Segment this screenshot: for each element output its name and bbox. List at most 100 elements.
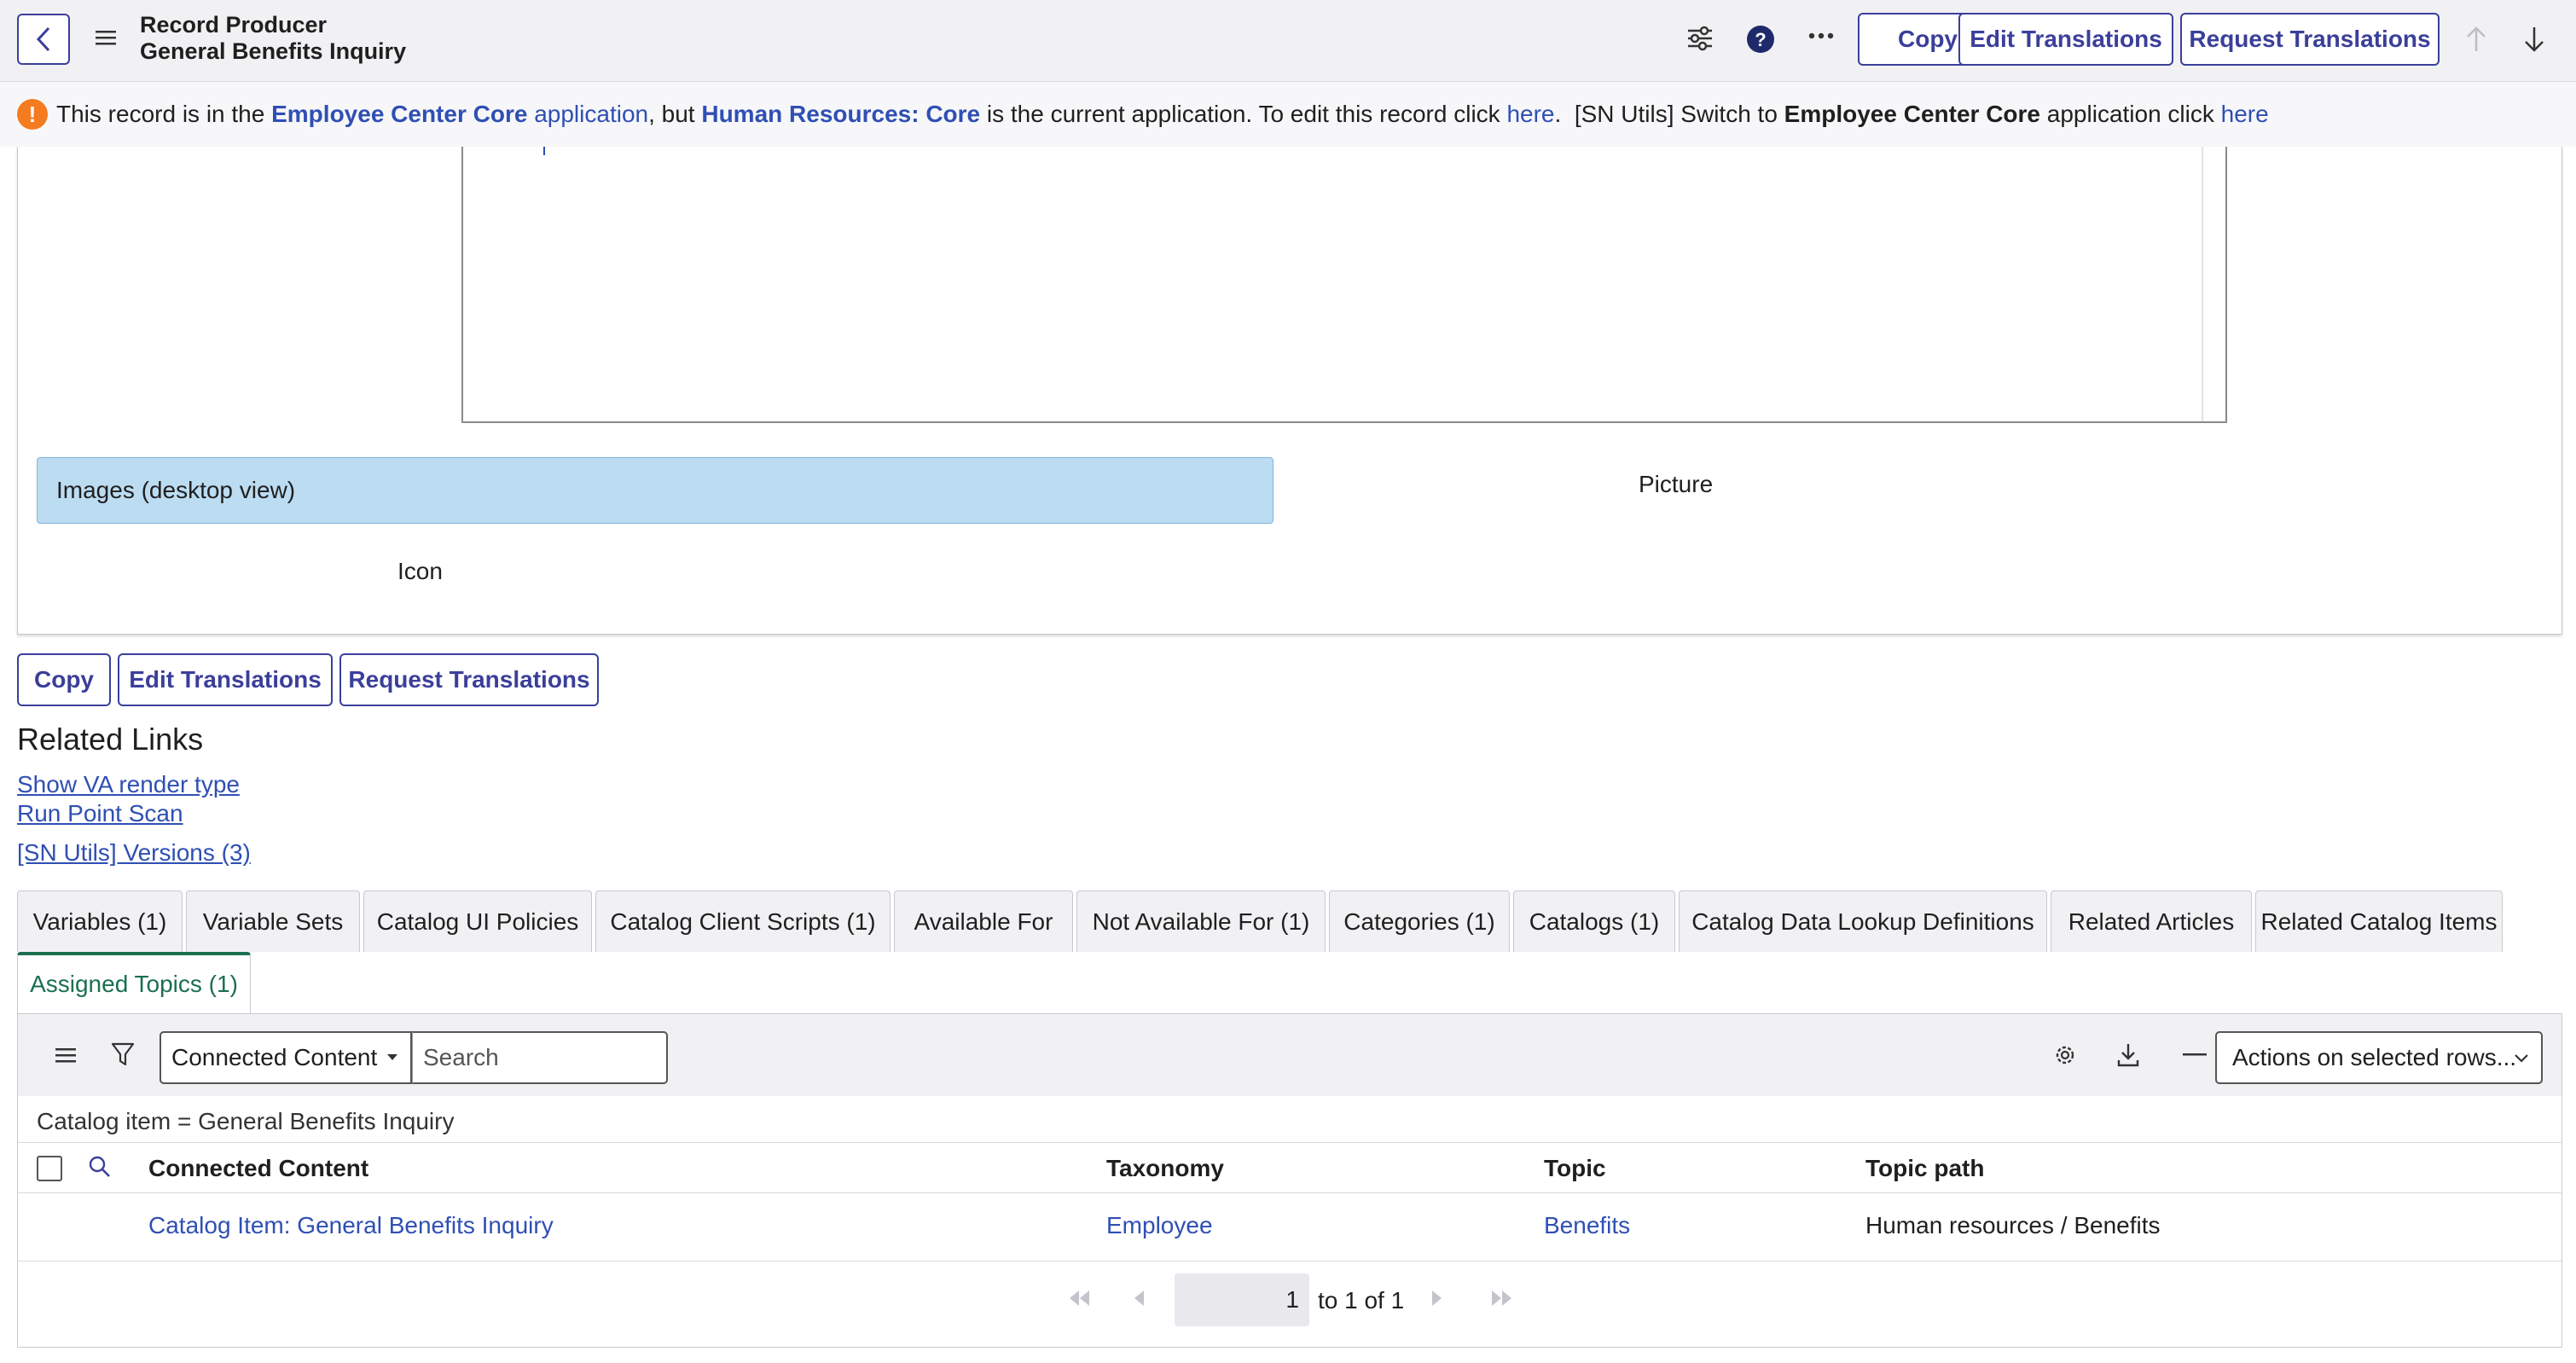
related-links-heading: Related Links [17, 722, 204, 757]
tab-catalog-data-lookup-definitions[interactable]: Catalog Data Lookup Definitions [1679, 890, 2047, 952]
search-input[interactable]: Search [412, 1031, 668, 1084]
cell-connected-content-link[interactable]: Catalog Item: General Benefits Inquiry [148, 1212, 554, 1239]
previous-record-button[interactable] [2465, 26, 2487, 53]
more-icon [1808, 32, 1834, 39]
hamburger-icon [96, 31, 116, 45]
application-notice: ! This record is in the Employee Center … [0, 82, 2576, 147]
script-editor[interactable] [461, 147, 2227, 423]
next-record-button[interactable] [2523, 26, 2545, 53]
switch-here-link[interactable]: here [2221, 101, 2269, 128]
first-page-button[interactable] [1067, 1289, 1091, 1308]
record-type: Record Producer [140, 12, 328, 38]
double-chevron-right-icon [1492, 1290, 1511, 1306]
request-translations-button[interactable]: Request Translations [2180, 13, 2440, 66]
caret-down-icon [387, 1054, 398, 1060]
collapse-list-button[interactable] [2183, 1053, 2207, 1057]
back-button[interactable] [17, 14, 70, 65]
warning-icon: ! [17, 99, 48, 130]
app-link-employee-center[interactable]: Employee Center Core application [271, 101, 648, 128]
show-va-render-type-link[interactable]: Show VA render type [17, 771, 240, 798]
download-icon [2117, 1044, 2139, 1067]
page-number-input[interactable]: 1 [1175, 1273, 1309, 1326]
app-link-hr-core[interactable]: Human Resources: Core [701, 101, 980, 128]
column-header-topic[interactable]: Topic [1544, 1155, 1606, 1182]
search-field-select[interactable]: Connected Content [160, 1031, 412, 1084]
help-button[interactable]: ? [1745, 24, 1776, 55]
menu-button[interactable] [96, 29, 116, 46]
tab-variables[interactable]: Variables (1) [17, 890, 183, 952]
tab-categories[interactable]: Categories (1) [1329, 890, 1510, 952]
editor-cursor [543, 147, 545, 155]
last-page-button[interactable] [1490, 1289, 1514, 1308]
notice-text-3: is the current application. To edit this… [980, 101, 1507, 127]
request-translations-button-bottom[interactable]: Request Translations [339, 653, 599, 706]
chevron-down-icon [2515, 1054, 2528, 1063]
table-row: Catalog Item: General Benefits Inquiry E… [18, 1193, 2561, 1262]
pagination-range: to 1 of 1 [1318, 1287, 1405, 1314]
record-title: Record Producer General Benefits Inquiry [140, 12, 406, 65]
actions-on-selected-rows-select[interactable]: Actions on selected rows... [2215, 1031, 2543, 1084]
copy-button-bottom[interactable]: Copy [17, 653, 111, 706]
actions-select-value: Actions on selected rows... [2232, 1044, 2517, 1070]
list-settings-button[interactable] [2051, 1041, 2079, 1069]
chevron-left-icon [1134, 1290, 1144, 1306]
app-suffix: application [527, 101, 649, 127]
filter-breadcrumb[interactable]: Catalog item = General Benefits Inquiry [37, 1108, 454, 1135]
svg-text:?: ? [1755, 29, 1766, 50]
cell-taxonomy-link[interactable]: Employee [1106, 1212, 1213, 1239]
column-header-connected-content[interactable]: Connected Content [148, 1155, 368, 1182]
list-toolbar: Connected Content Search Actions on sele… [18, 1014, 2561, 1096]
chevron-left-icon [36, 26, 50, 52]
list-header-row: Connected Content Taxonomy Topic Topic p… [18, 1142, 2561, 1193]
run-point-scan-link[interactable]: Run Point Scan [17, 800, 183, 827]
form-card: Images (desktop view) Picture Icon [17, 147, 2562, 635]
tab-related-catalog-items[interactable]: Related Catalog Items [2255, 890, 2503, 952]
column-header-taxonomy[interactable]: Taxonomy [1106, 1155, 1224, 1182]
more-options-button[interactable] [1808, 31, 1834, 41]
column-header-topic-path[interactable]: Topic path [1865, 1155, 1984, 1182]
tab-catalogs[interactable]: Catalogs (1) [1513, 890, 1675, 952]
double-chevron-left-icon [1070, 1290, 1089, 1306]
cell-topic-link[interactable]: Benefits [1544, 1212, 1630, 1239]
arrow-down-icon [2525, 27, 2544, 52]
sliders-icon [1688, 26, 1712, 51]
sn-utils-versions-link[interactable]: [SN Utils] Versions (3) [17, 839, 251, 867]
hamburger-icon [55, 1048, 76, 1063]
list-menu-button[interactable] [55, 1047, 76, 1064]
assigned-topics-list: Connected Content Search Actions on sele… [17, 1013, 2562, 1348]
export-button[interactable] [2116, 1041, 2140, 1069]
personalize-form-button[interactable] [1685, 24, 1714, 53]
tab-related-articles[interactable]: Related Articles [2051, 890, 2252, 952]
form-header: Record Producer General Benefits Inquiry… [0, 0, 2576, 82]
arrow-up-icon [2467, 26, 2486, 51]
next-page-button[interactable] [1430, 1289, 1444, 1308]
notice-text-2: , but [648, 101, 702, 127]
notice-text-1: This record is in the [56, 101, 272, 127]
picture-field-label: Picture [1639, 471, 1714, 497]
column-search-button[interactable] [88, 1155, 112, 1179]
filter-button[interactable] [110, 1041, 136, 1067]
section-images-desktop[interactable]: Images (desktop view) [37, 457, 1273, 524]
tab-catalog-ui-policies[interactable]: Catalog UI Policies [363, 890, 592, 952]
tab-variable-sets[interactable]: Variable Sets [186, 890, 360, 952]
minus-icon [2183, 1053, 2207, 1056]
tab-not-available-for[interactable]: Not Available For (1) [1076, 890, 1326, 952]
notice-text-4: . [SN Utils] Switch to [1554, 101, 1784, 127]
tab-assigned-topics[interactable]: Assigned Topics (1) [17, 952, 251, 1013]
filter-icon [111, 1042, 135, 1066]
previous-page-button[interactable] [1132, 1289, 1146, 1308]
edit-translations-button-bottom[interactable]: Edit Translations [118, 653, 333, 706]
select-all-checkbox[interactable] [37, 1156, 62, 1181]
tab-catalog-client-scripts[interactable]: Catalog Client Scripts (1) [595, 890, 891, 952]
gear-icon [2056, 1046, 2074, 1064]
edit-here-link[interactable]: here [1506, 101, 1554, 128]
tab-available-for[interactable]: Available For [894, 890, 1073, 952]
app-name: Employee Center Core [271, 101, 528, 127]
notice-app-name: Employee Center Core [1784, 101, 2040, 127]
edit-translations-button[interactable]: Edit Translations [1958, 13, 2173, 66]
chevron-right-icon [1432, 1290, 1442, 1306]
help-icon: ? [1747, 26, 1774, 53]
editor-scrollbar[interactable] [2202, 147, 2203, 421]
record-name: General Benefits Inquiry [140, 38, 407, 64]
notice-text-5: application click [2040, 101, 2221, 127]
